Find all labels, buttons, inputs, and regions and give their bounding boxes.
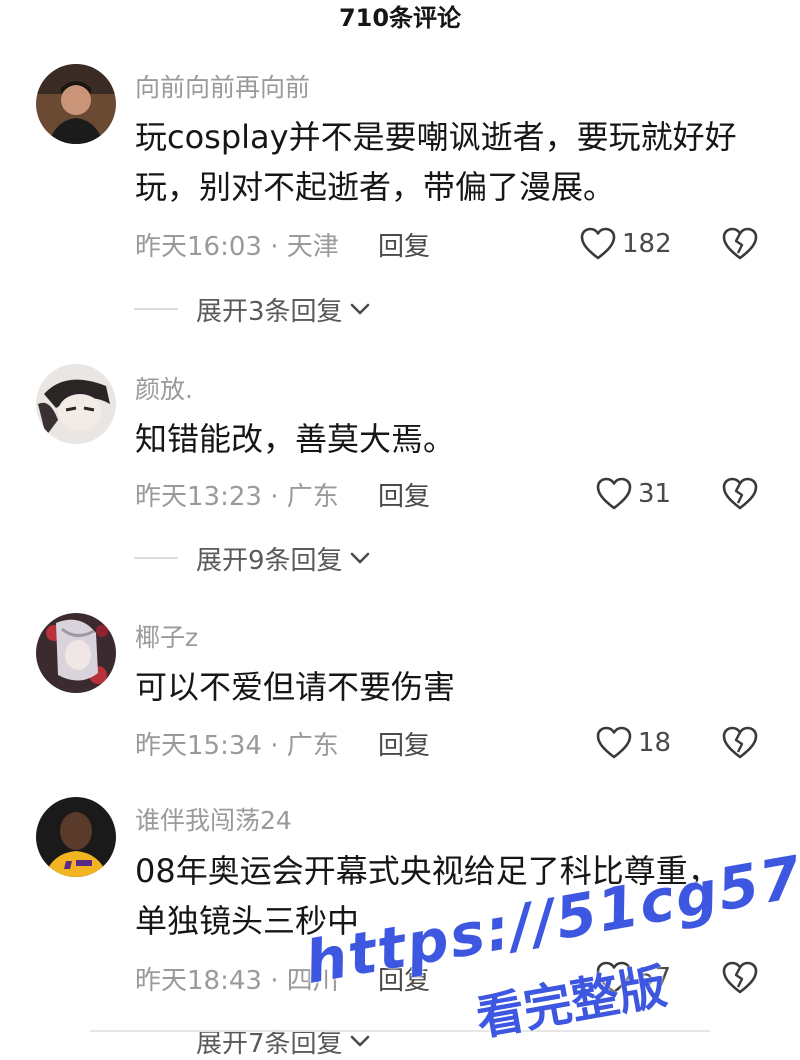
broken-heart-icon	[722, 477, 758, 510]
like-count: 31	[638, 479, 672, 509]
like-count: 182	[622, 229, 672, 259]
dislike-button[interactable]	[722, 961, 758, 995]
dislike-button[interactable]	[722, 227, 758, 261]
like-count: 18	[638, 728, 672, 758]
dislike-button[interactable]	[722, 477, 758, 511]
heart-outline-icon	[596, 477, 632, 510]
reply-button[interactable]: 回复	[378, 725, 430, 762]
avatar[interactable]	[36, 64, 116, 144]
comment-time-location: 昨天18:43 · 四川	[135, 966, 339, 996]
broken-heart-icon	[722, 227, 758, 260]
comment-text: 玩cosplay并不是要嘲讽逝者，要玩就好好 玩，别对不起逝者，带偏了漫展。	[135, 112, 775, 212]
comment-text-line: 08年奥运会开幕式央视给足了科比尊重，	[135, 852, 720, 890]
comments-title: 710条评论	[338, 4, 462, 32]
comment-time-location: 昨天16:03 · 天津	[135, 232, 339, 262]
dislike-button[interactable]	[722, 726, 758, 760]
expand-replies-button[interactable]: 展开3条回复	[134, 292, 371, 327]
chevron-down-icon	[350, 552, 369, 564]
comment-username[interactable]: 颜放.	[135, 370, 193, 406]
divider	[134, 557, 178, 559]
avatar[interactable]	[36, 613, 116, 693]
comment-text-line: 知错能改，善莫大焉。	[135, 420, 456, 458]
reply-button[interactable]: 回复	[378, 476, 430, 513]
comment-time-location: 昨天15:34 · 广东	[135, 731, 339, 761]
comment-text: 08年奥运会开幕式央视给足了科比尊重， 单独镜头三秒中	[135, 846, 775, 946]
bottom-divider	[90, 1030, 710, 1042]
comment-time-location: 昨天13:23 · 广东	[135, 482, 339, 512]
broken-heart-icon	[722, 961, 758, 994]
like-button[interactable]: 31	[596, 474, 671, 514]
comment-text-line: 单独镜头三秒中	[135, 902, 360, 940]
like-button[interactable]: 57	[596, 958, 671, 998]
comment-username[interactable]: 椰子z	[135, 618, 198, 654]
comment-username[interactable]: 向前向前再向前	[135, 68, 310, 104]
reply-button[interactable]: 回复	[378, 226, 430, 263]
avatar[interactable]	[36, 797, 116, 877]
comment-text-line: 玩cosplay并不是要嘲讽逝者，要玩就好好	[135, 118, 737, 156]
expand-replies-label: 展开9条回复	[196, 545, 343, 576]
chevron-down-icon	[350, 303, 369, 315]
comment-username[interactable]: 谁伴我闯荡24	[135, 801, 292, 837]
expand-replies-label: 展开3条回复	[196, 296, 343, 327]
comment-text-line: 玩，别对不起逝者，带偏了漫展。	[135, 168, 616, 206]
heart-outline-icon	[580, 227, 616, 260]
heart-outline-icon	[596, 961, 632, 994]
reply-button[interactable]: 回复	[378, 960, 430, 997]
like-button[interactable]: 182	[580, 224, 672, 264]
like-count: 57	[638, 963, 672, 993]
divider	[134, 308, 178, 310]
heart-outline-icon	[596, 726, 632, 759]
comment-text: 知错能改，善莫大焉。	[135, 414, 775, 464]
comment-text-line: 可以不爱但请不要伤害	[135, 668, 456, 706]
avatar[interactable]	[36, 364, 116, 444]
broken-heart-icon	[722, 726, 758, 759]
like-button[interactable]: 18	[596, 723, 671, 763]
expand-replies-button[interactable]: 展开9条回复	[134, 541, 371, 576]
comment-text: 可以不爱但请不要伤害	[135, 662, 775, 712]
